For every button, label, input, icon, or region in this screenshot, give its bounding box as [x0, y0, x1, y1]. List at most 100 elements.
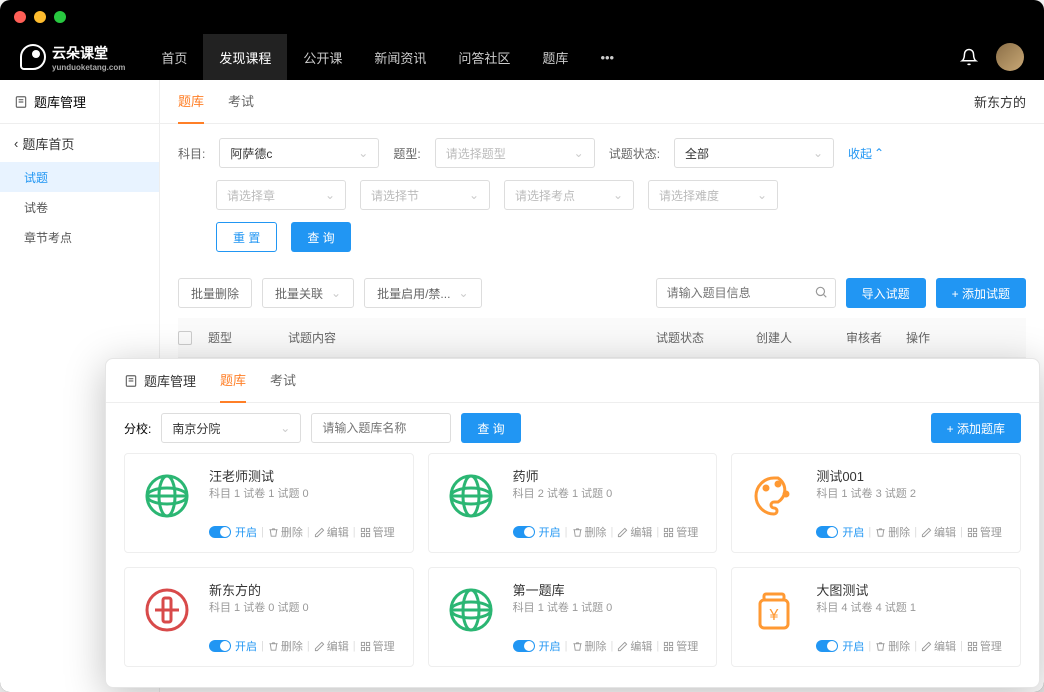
toggle-on[interactable]: [513, 526, 535, 538]
chevron-down-icon: ⌄: [574, 146, 584, 160]
card-actions: 开启|删除|编辑|管理: [513, 638, 705, 654]
search-input[interactable]: [656, 278, 836, 308]
chevron-down-icon: ⌄: [358, 146, 368, 160]
front-window: 题库管理 题库考试 分校: 南京分院⌄ 查 询 + 添加题库 汪老师测试科目 1…: [105, 358, 1040, 688]
reset-button[interactable]: 重 置: [216, 222, 277, 252]
card-actions: 开启|删除|编辑|管理: [816, 638, 1008, 654]
nav-item-3[interactable]: 新闻资讯: [358, 34, 442, 80]
toggle-on[interactable]: [513, 640, 535, 652]
card-title: 大图测试: [816, 580, 1008, 599]
front-tab-1[interactable]: 考试: [270, 359, 296, 403]
tab-0[interactable]: 题库: [178, 80, 204, 124]
sidebar-item-2[interactable]: 章节考点: [0, 222, 159, 252]
type-label: 题型:: [393, 145, 420, 162]
close-icon[interactable]: [14, 11, 26, 23]
sidebar-item-1[interactable]: 试卷: [0, 192, 159, 222]
mac-titlebar: [0, 0, 1044, 34]
add-question-button[interactable]: + 添加试题: [936, 278, 1026, 308]
toggle-on[interactable]: [816, 526, 838, 538]
batch-delete-button[interactable]: 批量删除: [178, 278, 252, 308]
subject-label: 科目:: [178, 145, 205, 162]
bell-icon[interactable]: [960, 48, 978, 66]
maximize-icon[interactable]: [54, 11, 66, 23]
bank-card[interactable]: 药师科目 2 试卷 1 试题 0开启|删除|编辑|管理: [428, 453, 718, 553]
toggle-on[interactable]: [209, 640, 231, 652]
card-actions: 开启|删除|编辑|管理: [209, 638, 401, 654]
logo[interactable]: 云朵课堂 yunduoketang.com: [20, 43, 125, 72]
subject-select[interactable]: 阿萨德c⌄: [219, 138, 379, 168]
card-manage[interactable]: 管理: [663, 638, 698, 654]
card-delete[interactable]: 删除: [572, 524, 607, 540]
point-select[interactable]: 请选择考点⌄: [504, 180, 634, 210]
bank-card[interactable]: 测试001科目 1 试卷 3 试题 2开启|删除|编辑|管理: [731, 453, 1021, 553]
nav-item-1[interactable]: 发现课程: [203, 34, 287, 80]
branch-select[interactable]: 南京分院⌄: [161, 413, 301, 443]
card-title: 新东方的: [209, 580, 401, 599]
nav-item-5[interactable]: 题库: [526, 34, 584, 80]
chapter-select[interactable]: 请选择章⌄: [216, 180, 346, 210]
card-title: 测试001: [816, 466, 1008, 485]
card-actions: 开启|删除|编辑|管理: [209, 524, 401, 540]
card-delete[interactable]: 删除: [875, 524, 910, 540]
bank-card[interactable]: 新东方的科目 1 试卷 0 试题 0开启|删除|编辑|管理: [124, 567, 414, 667]
nav-item-0[interactable]: 首页: [145, 34, 203, 80]
card-meta: 科目 2 试卷 1 试题 0: [513, 485, 705, 501]
card-manage[interactable]: 管理: [967, 638, 1002, 654]
minimize-icon[interactable]: [34, 11, 46, 23]
tab-1[interactable]: 考试: [228, 80, 254, 124]
card-edit[interactable]: 编辑: [617, 638, 652, 654]
avatar[interactable]: [996, 43, 1024, 71]
table-header: 题型 试题内容 试题状态 创建人 审核者 操作: [178, 318, 1026, 358]
toggle-on[interactable]: [209, 526, 231, 538]
sidebar-title: 题库管理: [0, 80, 159, 124]
toolbar: 批量删除 批量关联 ⌄ 批量启用/禁... ⌄ 导入试题 + 添加试题: [160, 278, 1044, 318]
card-actions: 开启|删除|编辑|管理: [816, 524, 1008, 540]
bank-name-input[interactable]: [311, 413, 451, 443]
difficulty-select[interactable]: 请选择难度⌄: [648, 180, 778, 210]
card-edit[interactable]: 编辑: [921, 638, 956, 654]
collapse-link[interactable]: 收起 ⌃: [848, 145, 884, 162]
bank-card[interactable]: 第一题库科目 1 试卷 1 试题 0 开启|删除|编辑|管理: [428, 567, 718, 667]
section-select[interactable]: 请选择节⌄: [360, 180, 490, 210]
card-delete[interactable]: 删除: [875, 638, 910, 654]
add-bank-button[interactable]: + 添加题库: [931, 413, 1021, 443]
query-button[interactable]: 查 询: [291, 222, 350, 252]
card-meta: 科目 1 试卷 1 试题 0: [513, 599, 705, 615]
batch-link-select[interactable]: 批量关联 ⌄: [262, 278, 354, 308]
search-icon[interactable]: [814, 285, 828, 299]
status-label: 试题状态:: [609, 145, 660, 162]
import-button[interactable]: 导入试题: [846, 278, 926, 308]
select-all-checkbox[interactable]: [178, 331, 192, 345]
chevron-left-icon: ‹: [14, 136, 18, 151]
bank-card[interactable]: 汪老师测试科目 1 试卷 1 试题 0开启|删除|编辑|管理: [124, 453, 414, 553]
card-edit[interactable]: 编辑: [314, 638, 349, 654]
card-meta: 科目 1 试卷 1 试题 0: [209, 485, 401, 501]
card-edit[interactable]: 编辑: [921, 524, 956, 540]
card-manage[interactable]: 管理: [967, 524, 1002, 540]
chevron-down-icon: ⌄: [813, 146, 823, 160]
card-edit[interactable]: 编辑: [617, 524, 652, 540]
sidebar-item-0[interactable]: 试题: [0, 162, 159, 192]
card-icon: [137, 580, 197, 640]
bank-card[interactable]: ¥大图测试科目 4 试卷 4 试题 1开启|删除|编辑|管理: [731, 567, 1021, 667]
card-edit[interactable]: 编辑: [314, 524, 349, 540]
type-select[interactable]: 请选择题型⌄: [435, 138, 595, 168]
front-query-button[interactable]: 查 询: [461, 413, 520, 443]
card-delete[interactable]: 删除: [268, 524, 303, 540]
logo-subtext: yunduoketang.com: [52, 63, 125, 72]
sidebar-back[interactable]: ‹ 题库首页: [0, 124, 159, 162]
logo-icon: [20, 44, 46, 70]
card-delete[interactable]: 删除: [268, 638, 303, 654]
card-title: 第一题库: [513, 580, 705, 599]
status-select[interactable]: 全部⌄: [674, 138, 834, 168]
card-manage[interactable]: 管理: [663, 524, 698, 540]
batch-toggle-select[interactable]: 批量启用/禁... ⌄: [364, 278, 481, 308]
nav-item-4[interactable]: 问答社区: [442, 34, 526, 80]
card-manage[interactable]: 管理: [360, 524, 395, 540]
card-manage[interactable]: 管理: [360, 638, 395, 654]
front-tab-0[interactable]: 题库: [220, 359, 246, 403]
card-delete[interactable]: 删除: [572, 638, 607, 654]
nav-more[interactable]: •••: [584, 34, 630, 80]
toggle-on[interactable]: [816, 640, 838, 652]
nav-item-2[interactable]: 公开课: [287, 34, 358, 80]
